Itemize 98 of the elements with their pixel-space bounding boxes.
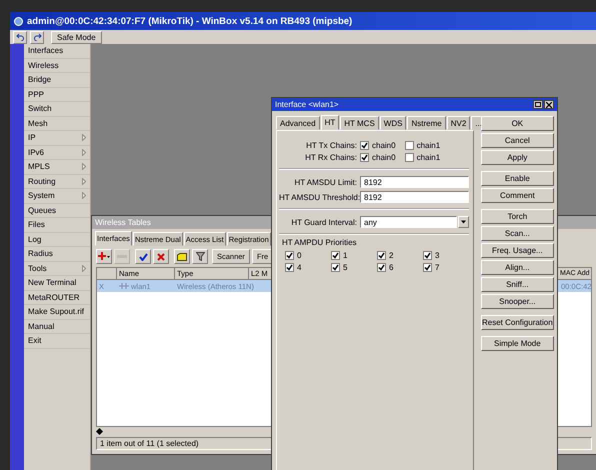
checkbox-label: 2 [389,251,394,260]
plus-icon [98,252,110,261]
menu-item[interactable]: Exit [24,334,90,348]
menu-item[interactable]: PPP [24,88,90,102]
menu-item[interactable]: Interfaces [24,44,90,58]
checkbox-label: 0 [297,251,302,260]
menu-item[interactable]: IP [24,131,90,146]
redo-icon [32,33,42,41]
toolbar-button[interactable] [96,249,112,264]
group-title: HT AMPDU Priorities [281,238,358,247]
window-title: Wireless Tables [95,218,151,227]
checkbox-label: chain0 [372,140,396,150]
checkbox-label: 7 [435,263,440,272]
dialog-button[interactable]: Align... [481,260,554,275]
checkbox-label: 4 [297,263,302,272]
filter-icon [196,252,204,261]
dropdown-button[interactable] [458,216,469,228]
menu-item[interactable]: Routing [24,174,90,189]
dialog-button[interactable]: Enable [481,171,554,186]
menu-item[interactable]: MPLS [24,160,90,174]
checkbox[interactable] [360,152,369,162]
dialog-button[interactable]: OK [481,116,554,131]
dialog-button[interactable]: Reset Configuration [481,315,554,330]
menu-item[interactable]: New Terminal [24,276,90,290]
checkbox-label: 6 [389,263,394,272]
redo-button[interactable] [30,30,44,44]
checkbox[interactable] [285,251,294,260]
dialog-button[interactable]: Freq. Usage... [481,243,554,258]
checkbox-label: chain0 [372,152,396,162]
checkbox-label: chain1 [416,140,440,150]
toolbar-button[interactable] [174,249,190,264]
checkbox-label: chain1 [416,152,440,162]
checkbox[interactable] [360,140,369,150]
tab[interactable]: Nstreme [407,116,446,130]
menu-item[interactable]: Files [24,218,90,232]
dialog-button[interactable]: Torch [481,209,554,224]
dropdown-field[interactable]: any [360,216,457,228]
checkbox[interactable] [331,251,340,260]
input-field[interactable]: 8192 [360,191,469,203]
checkbox[interactable] [331,263,340,272]
toolbar-button[interactable] [135,249,151,264]
field-label: HT Tx Chains: [305,140,357,150]
input-field[interactable]: 8192 [360,176,469,188]
checkbox-label: 3 [435,251,440,260]
menu-item[interactable]: Radius [24,247,90,262]
cross-icon [157,252,165,260]
field-label: HT AMSDU Threshold: [279,192,357,202]
safe-mode-button[interactable]: Safe Mode [51,30,102,44]
field-label: HT Rx Chains: [304,152,357,162]
close-button[interactable] [544,100,554,109]
menu-item[interactable]: Make Supout.rif [24,305,90,320]
menu-item[interactable]: Manual [24,320,90,334]
app-icon [14,16,23,26]
dialog-button[interactable]: Apply [481,150,554,165]
menu-item[interactable]: Bridge [24,73,90,88]
checkbox[interactable] [423,251,432,260]
menu-item[interactable]: Switch [24,102,90,116]
field-label: HT Guard Interval: [290,218,357,226]
checkbox[interactable] [423,263,432,272]
toolbar-button[interactable] [192,249,208,264]
checkbox[interactable] [404,140,414,150]
dialog-button[interactable]: Comment [481,188,554,203]
menu-item[interactable]: Queues [24,204,90,218]
window-title: admin@00:0C:42:34:07:F7 (MikroTik) - WinBox v5.14 on RB493 (mipsbe) [27,16,352,26]
dialog-button[interactable]: Snooper... [481,294,554,309]
checkbox-label: 5 [343,263,348,272]
window-title: Interface <wlan1> [275,100,339,109]
dialog-button[interactable]: Cancel [481,133,554,148]
undo-icon [16,33,24,41]
menu-item[interactable]: MetaROUTER [24,290,90,305]
checkbox[interactable] [377,251,386,260]
undo-button[interactable] [13,30,27,44]
tab[interactable]: NV2 [446,116,470,130]
checkbox[interactable] [285,263,294,272]
checkbox[interactable] [404,152,414,162]
menu-item[interactable]: System [24,189,90,204]
maximize-button[interactable] [533,100,543,109]
checkbox-label: 1 [343,251,348,260]
interface-icon [119,283,129,289]
tab[interactable]: HT [320,115,340,130]
caret-icon [461,220,466,224]
dialog-button[interactable]: Simple Mode [481,336,554,351]
menu-item[interactable]: Tools [24,262,90,276]
menu-item[interactable]: Mesh [24,116,90,131]
check-icon [138,252,148,260]
note-icon [177,252,187,260]
dialog-button[interactable]: Sniff... [481,277,554,292]
menu-item[interactable]: Log [24,232,90,247]
checkbox[interactable] [377,263,386,272]
menu-item[interactable]: IPv6 [24,146,90,160]
tab[interactable]: WDS [380,116,406,130]
tab[interactable]: HT MCS [340,116,379,130]
scroll-arrow-icon[interactable] [96,428,103,435]
field-label: HT AMSDU Limit: [293,178,357,186]
dialog-button[interactable]: Scan... [481,226,554,241]
toolbar-button[interactable] [153,249,169,264]
tab[interactable]: Advanced [276,116,320,130]
menu-item[interactable]: Wireless [24,58,90,73]
